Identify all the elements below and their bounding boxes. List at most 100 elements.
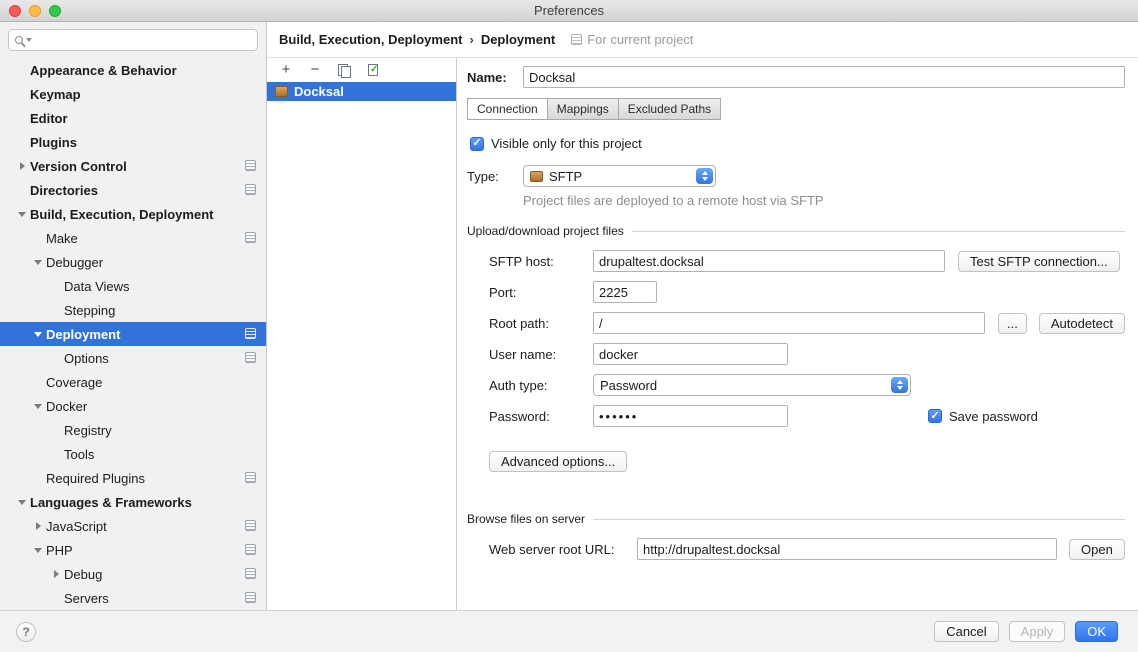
deployment-form: Name: Connection Mappings Excluded Paths… <box>457 58 1138 610</box>
sidebar-item-tools[interactable]: Tools <box>0 442 266 466</box>
auth-type-row: Auth type: Password <box>489 374 1125 396</box>
remove-server-button[interactable]: − <box>307 62 323 78</box>
settings-sidebar: Appearance & BehaviorKeymapEditor Plugins… <box>0 22 267 610</box>
chevron-right-icon[interactable] <box>30 522 46 530</box>
autodetect-button[interactable]: Autodetect <box>1039 313 1125 334</box>
help-button[interactable]: ? <box>16 622 36 642</box>
zoom-window-button[interactable] <box>49 5 61 17</box>
visible-only-checkbox[interactable] <box>470 137 484 151</box>
separator-line <box>593 519 1125 520</box>
browse-root-path-button[interactable]: ... <box>998 313 1027 334</box>
sftp-icon <box>530 171 543 182</box>
set-default-server-button[interactable] <box>365 62 381 78</box>
sidebar-item-make[interactable]: Make <box>0 226 266 250</box>
browse-section-separator: Browse files on server <box>467 512 1125 526</box>
settings-search-input[interactable] <box>35 33 251 48</box>
sidebar-item-keymap[interactable]: Keymap <box>0 82 266 106</box>
sidebar-item-deployment[interactable]: Deployment <box>0 322 266 346</box>
root-path-input[interactable] <box>593 312 985 334</box>
auth-type-select[interactable]: Password <box>593 374 911 396</box>
port-input[interactable] <box>593 281 657 303</box>
per-project-settings-icon <box>245 160 256 171</box>
sidebar-item-label: Plugins <box>30 135 77 150</box>
footer-bar: ? Cancel Apply OK <box>0 610 1138 652</box>
sidebar-item-label: Make <box>46 231 78 246</box>
sidebar-item-php[interactable]: PHP <box>0 538 266 562</box>
search-field[interactable] <box>8 29 258 51</box>
password-label: Password: <box>489 409 593 424</box>
apply-button[interactable]: Apply <box>1009 621 1066 642</box>
auth-type-label: Auth type: <box>489 378 593 393</box>
default-check-icon <box>368 64 378 76</box>
chevron-down-icon[interactable] <box>30 404 46 409</box>
chevron-down-icon[interactable] <box>14 212 30 217</box>
tab-mappings[interactable]: Mappings <box>547 98 619 120</box>
sidebar-item-debug[interactable]: Debug <box>0 562 266 586</box>
search-options-chevron-icon[interactable] <box>26 38 32 42</box>
chevron-right-icon[interactable] <box>14 162 30 170</box>
breadcrumb-section[interactable]: Build, Execution, Deployment <box>279 32 462 47</box>
web-root-input[interactable] <box>637 538 1057 560</box>
per-project-settings-icon <box>245 184 256 195</box>
sidebar-item-languages-frameworks[interactable]: Languages & Frameworks <box>0 490 266 514</box>
password-input[interactable] <box>593 405 788 427</box>
copy-server-button[interactable] <box>336 62 352 78</box>
web-root-row: Web server root URL: Open <box>489 538 1125 560</box>
dropdown-stepper-icon[interactable] <box>891 377 908 393</box>
sidebar-item-appearance-behavior[interactable]: Appearance & Behavior <box>0 58 266 82</box>
port-label: Port: <box>489 285 593 300</box>
project-scope: For current project <box>571 32 693 47</box>
dropdown-stepper-icon[interactable] <box>696 168 713 184</box>
sidebar-item-servers[interactable]: Servers <box>0 586 266 610</box>
cancel-button[interactable]: Cancel <box>934 621 998 642</box>
sidebar-item-javascript[interactable]: JavaScript <box>0 514 266 538</box>
sidebar-item-plugins[interactable]: Plugins <box>0 130 266 154</box>
chevron-right-icon[interactable] <box>48 570 64 578</box>
sidebar-item-label: Docker <box>46 399 87 414</box>
sidebar-item-label: Languages & Frameworks <box>30 495 192 510</box>
sftp-host-input[interactable] <box>593 250 945 272</box>
sidebar-item-registry[interactable]: Registry <box>0 418 266 442</box>
close-window-button[interactable] <box>9 5 21 17</box>
copy-icon <box>338 64 350 77</box>
sidebar-item-data-views[interactable]: Data Views <box>0 274 266 298</box>
sidebar-item-editor[interactable]: Editor <box>0 106 266 130</box>
chevron-down-icon[interactable] <box>30 260 46 265</box>
footer-buttons: Cancel Apply OK <box>934 621 1118 642</box>
name-input[interactable] <box>523 66 1125 88</box>
sidebar-item-build-execution-deployment[interactable]: Build, Execution, Deployment <box>0 202 266 226</box>
sidebar-item-debugger[interactable]: Debugger <box>0 250 266 274</box>
sidebar-item-label: Required Plugins <box>46 471 145 486</box>
type-select[interactable]: SFTP <box>523 165 716 187</box>
type-label: Type: <box>467 169 523 184</box>
preferences-window: Preferences Appearance & BehaviorKeymapE… <box>0 0 1138 652</box>
sidebar-item-stepping[interactable]: Stepping <box>0 298 266 322</box>
chevron-down-icon[interactable] <box>30 548 46 553</box>
server-list-item-docksal[interactable]: Docksal <box>267 82 456 101</box>
user-name-input[interactable] <box>593 343 788 365</box>
settings-tree: Appearance & BehaviorKeymapEditor Plugins… <box>0 58 266 610</box>
advanced-options-button[interactable]: Advanced options... <box>489 451 627 472</box>
save-password-checkbox[interactable] <box>928 409 942 423</box>
sidebar-item-label: Servers <box>64 591 109 606</box>
user-name-row: User name: <box>489 343 1125 365</box>
sidebar-item-coverage[interactable]: Coverage <box>0 370 266 394</box>
per-project-settings-icon <box>245 592 256 603</box>
sidebar-item-label: Registry <box>64 423 112 438</box>
sidebar-item-directories[interactable]: Directories <box>0 178 266 202</box>
sidebar-item-required-plugins[interactable]: Required Plugins <box>0 466 266 490</box>
sidebar-item-version-control[interactable]: Version Control <box>0 154 266 178</box>
chevron-down-icon[interactable] <box>14 500 30 505</box>
sidebar-item-options[interactable]: Options <box>0 346 266 370</box>
tab-connection[interactable]: Connection <box>467 98 548 120</box>
sidebar-item-docker[interactable]: Docker <box>0 394 266 418</box>
type-hint: Project files are deployed to a remote h… <box>523 193 1125 208</box>
test-sftp-connection-button[interactable]: Test SFTP connection... <box>958 251 1120 272</box>
add-server-button[interactable]: + <box>278 62 294 78</box>
minimize-window-button[interactable] <box>29 5 41 17</box>
tab-excluded-paths[interactable]: Excluded Paths <box>618 98 721 120</box>
ok-button[interactable]: OK <box>1075 621 1118 642</box>
server-icon <box>275 86 288 97</box>
open-url-button[interactable]: Open <box>1069 539 1125 560</box>
chevron-down-icon[interactable] <box>30 332 46 337</box>
